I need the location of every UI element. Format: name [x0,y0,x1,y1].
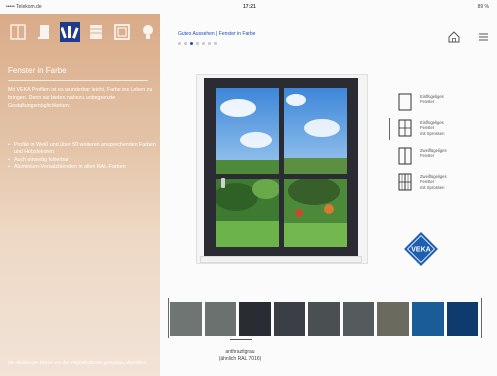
tab-door[interactable] [34,22,54,42]
sidebar-divider [8,80,148,81]
color-swatch[interactable] [170,302,202,336]
swatch-left-edge [168,298,169,338]
window-frame [204,78,358,256]
veka-logo: VEKA [404,232,438,266]
pane-bottom-left [216,179,279,247]
status-bar: ••••• Telekom.de 17:21 89 % [0,0,497,14]
color-swatch[interactable] [204,302,237,336]
page-dot[interactable] [196,42,199,45]
list-item: Auch einseitig foliierbar [8,157,158,165]
tab-frame[interactable] [112,22,132,42]
feature-list: Profile in Weiß und über 50 weiteren ans… [8,142,158,172]
option-double-window[interactable]: Zweiflügeliges Fenster [398,146,488,168]
selected-indicator [389,118,390,140]
color-swatch[interactable] [377,302,409,336]
window-sill [200,256,362,263]
window-icon [10,24,26,40]
color-swatch[interactable] [308,302,340,336]
selected-color-ral: (ähnlich RAL 7016) [218,355,262,362]
sidebar-paragraph: Mit VEKA Profilen ist es wunderbar leich… [8,87,153,109]
pane-top-right [284,88,347,174]
page-dot[interactable] [190,42,193,45]
home-icon[interactable] [447,30,461,44]
tab-shutter[interactable] [86,22,106,42]
list-item: Profile in Weiß und über 50 weiteren ans… [8,142,158,157]
page-dot[interactable] [202,42,205,45]
option-single-window-mullions[interactable]: Einflügeliges Fenster mit Sprossen [398,118,488,140]
option-double-window-mullions[interactable]: Zweiflügeliges Fenster mit Sprossen [398,172,488,194]
frame-icon [114,24,130,40]
page-dot[interactable] [178,42,181,45]
option-label: Einflügeliges Fenster [420,94,444,105]
option-label: Zweiflügeliges Fenster [420,148,447,159]
swatch-right-edge [481,298,482,338]
sidebar-title: Fenster in Farbe [8,66,67,75]
page-dot[interactable] [184,42,187,45]
sidebar-tabbar [0,14,160,50]
tab-window-single[interactable] [8,22,28,42]
page-dot[interactable] [214,42,217,45]
color-fan-icon [61,26,79,39]
color-swatch[interactable] [342,302,375,336]
lightbulb-icon [143,25,153,39]
pane-top-left [216,88,279,174]
battery-label: 89 % [477,4,489,10]
clock: 17:21 [243,4,256,10]
option-single-window[interactable]: Einflügeliges Fenster [398,92,488,114]
shutter-icon [90,25,102,39]
color-swatch[interactable] [273,302,306,336]
disclaimer-footnote: Die Abbildungen können von den Originalf… [8,360,147,365]
breadcrumb[interactable]: Gutes Aussehen | Fenster in Farbe [178,31,255,37]
page-indicator[interactable] [178,42,217,45]
double-pane-mullions-window-icon [398,173,412,191]
window-handle [221,178,225,188]
option-label: Einflügeliges Fenster mit Sprossen [420,120,445,136]
door-icon [38,25,49,39]
selected-color-name: anthrazitgrau (ähnlich RAL 7016) [200,349,280,362]
carrier-label: ••••• Telekom.de [6,4,42,10]
color-swatch-selected[interactable] [239,302,271,336]
double-pane-window-icon [398,147,412,165]
swatch-selection-underline [230,339,252,340]
option-label: Zweiflügeliges Fenster mit Sprossen [420,174,447,190]
single-pane-mullions-window-icon [398,119,412,137]
single-pane-window-icon [398,93,412,111]
tab-idea[interactable] [138,22,158,42]
pane-bottom-right [284,179,347,247]
veka-logo-text: VEKA [411,247,430,254]
color-swatch[interactable] [446,302,479,336]
window-preview [196,74,368,266]
color-swatch-row [170,302,479,336]
list-item: Aluminium-Vorsatzblenden in allen RAL-Fa… [8,164,158,172]
sidebar: Fenster in Farbe Mit VEKA Profilen ist e… [0,14,160,376]
color-swatch[interactable] [411,302,444,336]
page-dot[interactable] [208,42,211,45]
menu-icon[interactable] [478,31,489,43]
tab-color[interactable] [60,22,80,42]
